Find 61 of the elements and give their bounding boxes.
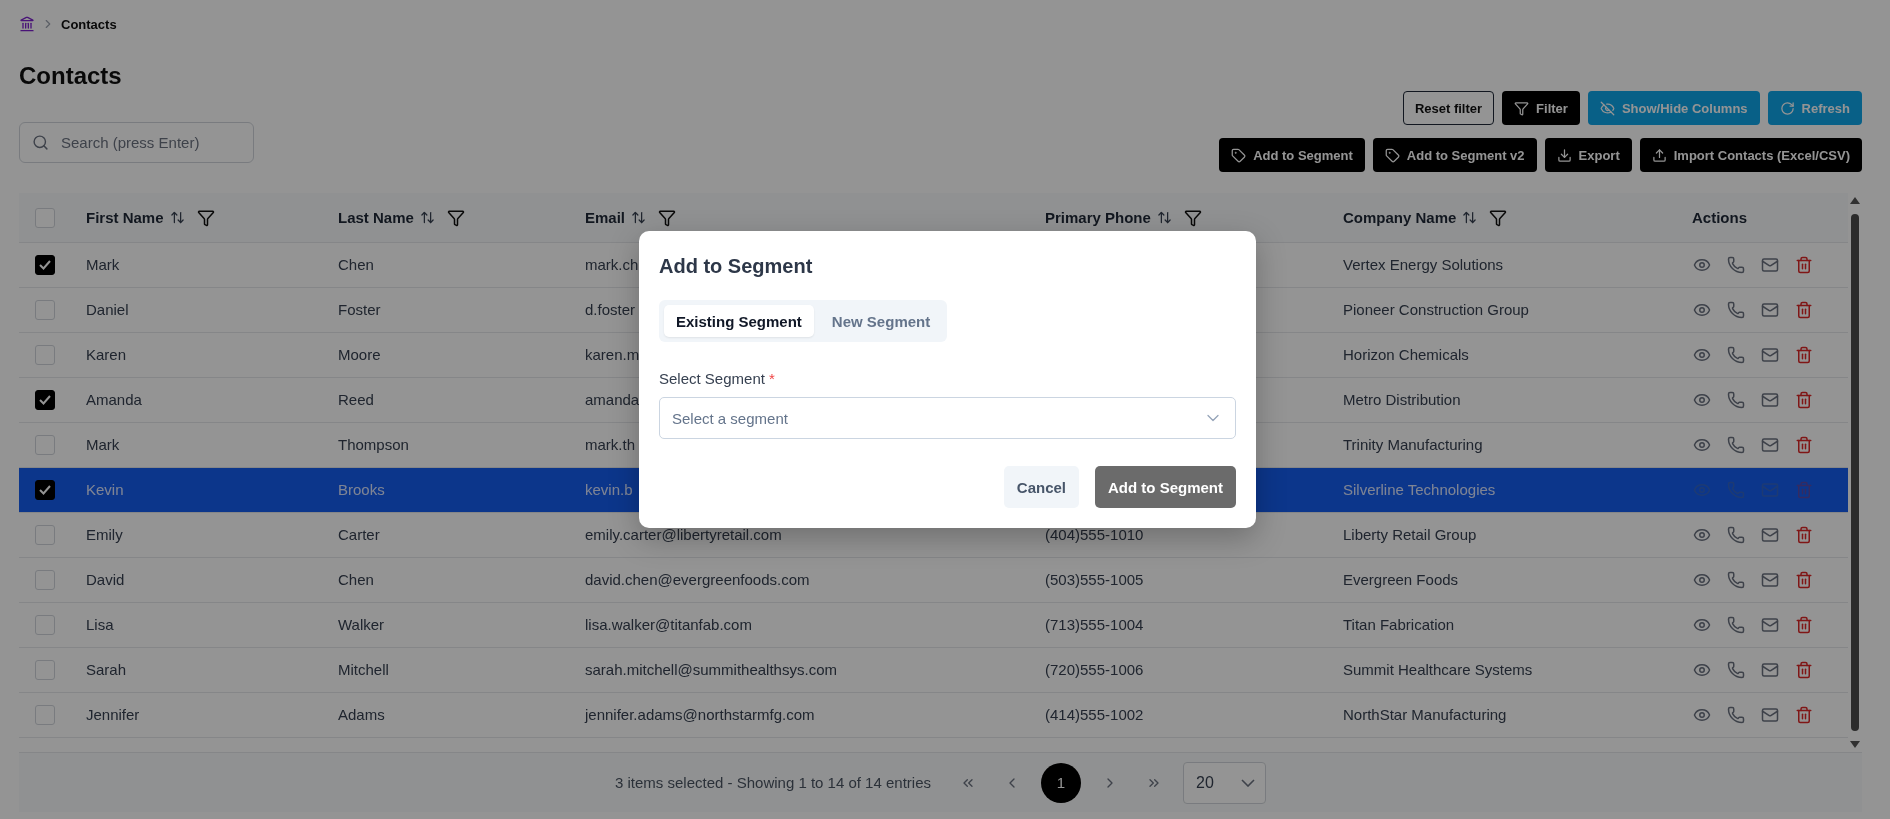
column-header: Email [585, 209, 626, 226]
table-cell-text: lisa.walker@titanfab.com [584, 616, 752, 633]
dialog-title: Add to Segment [659, 255, 814, 278]
table-cell-text: Evergreen Foods [1342, 571, 1459, 588]
table-cell-text: Silverline Technologies [1342, 481, 1496, 498]
table-cell-text: mark.th [584, 436, 635, 453]
table-cell-text: emily.carter@libertyretail.com [584, 526, 782, 543]
table-cell-text: Daniel [85, 301, 129, 318]
table-cell-text: amanda [584, 391, 640, 408]
table-cell-text: NorthStar Manufacturing [1342, 706, 1507, 723]
table-cell-text: (503)555-1005 [1044, 571, 1144, 588]
table-cell-text: Foster [337, 301, 381, 318]
column-header: First Name [86, 209, 164, 226]
table-cell-text: (404)555-1010 [1044, 526, 1144, 543]
table-cell-text: Sarah [85, 661, 127, 678]
table-cell-text: Lisa [85, 616, 114, 633]
table-cell-text: Karen [85, 346, 127, 363]
table-cell-text: Kevin [85, 481, 124, 498]
table-cell-text: Mark [85, 436, 120, 453]
table-cell-text: sarah.mitchell@summithealthsys.com [584, 661, 837, 678]
column-header: Actions [1692, 209, 1747, 226]
table-cell-text: (720)555-1006 [1044, 661, 1144, 678]
table-cell-text: Chen [337, 256, 374, 273]
table-cell-text: Vertex Energy Solutions [1342, 256, 1504, 273]
column-header: Company Name [1343, 209, 1457, 226]
table-cell-text: Chen [337, 571, 374, 588]
table-cell-text: Thompson [337, 436, 409, 453]
table-cell-text: Horizon Chemicals [1342, 346, 1469, 363]
table-cell-text: Mark [85, 256, 120, 273]
table-cell-text: jennifer.adams@northstarmfg.com [583, 706, 815, 723]
page-title: Contacts [19, 62, 123, 90]
table-cell-text: Amanda [85, 391, 142, 408]
selection-summary: 3 items selected - Showing 1 to 14 of 14 entries [615, 774, 931, 791]
table-cell-text: Jennifer [85, 706, 140, 723]
table-cell-text: Pioneer Construction Group [1342, 301, 1529, 318]
table-cell-text: Metro Distribution [1342, 391, 1461, 408]
column-header: Last Name [338, 209, 414, 226]
table-cell-text: Reed [337, 391, 374, 408]
field-label: Select Segment [659, 370, 765, 387]
table-cell-text: Adams [337, 706, 385, 723]
table-cell-text: kevin.b [584, 481, 633, 498]
table-cell-text: Liberty Retail Group [1342, 526, 1477, 543]
table-cell-text: Titan Fabrication [1342, 616, 1455, 633]
table-cell-text: david.chen@evergreenfoods.com [584, 571, 810, 588]
table-cell-text: Moore [337, 346, 381, 363]
breadcrumb-current: Contacts [61, 16, 117, 32]
table-cell-text: Emily [85, 526, 123, 543]
required-mark: * [768, 370, 775, 387]
table-cell-text: David [85, 571, 125, 588]
table-cell-text: Summit Healthcare Systems [1342, 661, 1533, 678]
table-cell-text: mark.ch [584, 256, 639, 273]
table-cell-text: (713)555-1004 [1044, 616, 1144, 633]
table-cell-text: Trinity Manufacturing [1342, 436, 1483, 453]
table-cell-text: Carter [337, 526, 380, 543]
table-cell-text: d.foster [584, 301, 636, 318]
table-cell-text: Walker [337, 616, 385, 633]
column-header: Primary Phone [1045, 209, 1151, 226]
table-cell-text: Mitchell [337, 661, 389, 678]
table-cell-text: Brooks [337, 481, 385, 498]
table-cell-text: (414)555-1002 [1044, 706, 1144, 723]
table-cell-text: karen.m [584, 346, 640, 363]
